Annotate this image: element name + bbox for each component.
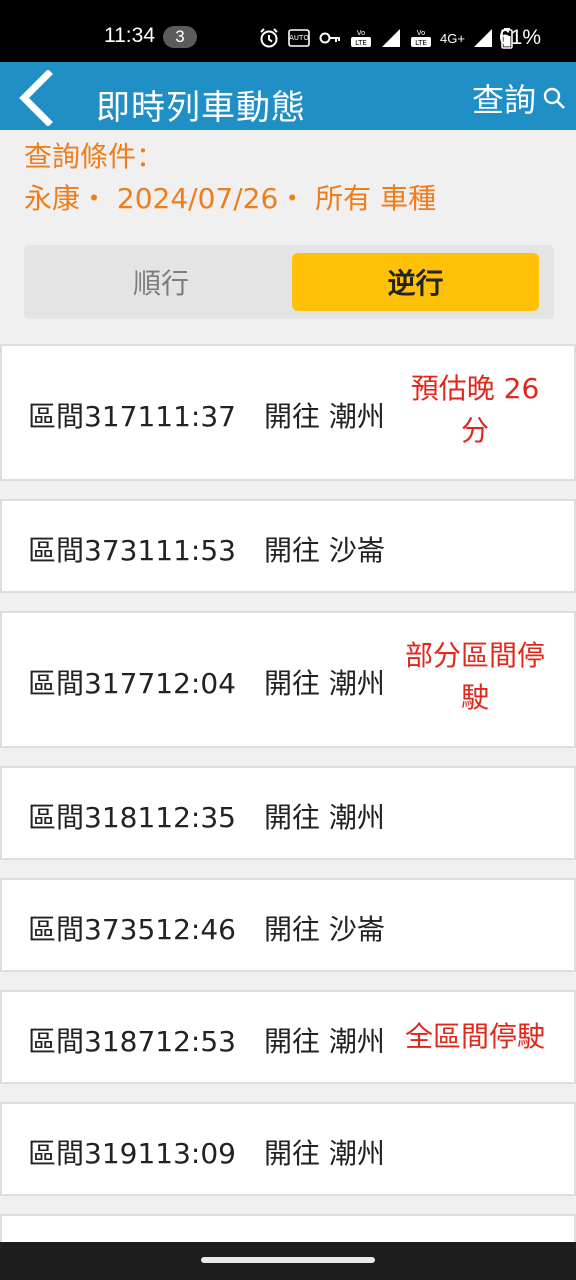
train-row[interactable]: 區間373512:46 開往 沙崙 xyxy=(0,878,576,972)
signal-icon xyxy=(380,27,402,49)
query-button-label: 查詢 xyxy=(471,81,536,119)
train-info: 區間373111:53 開往 沙崙 xyxy=(28,534,385,567)
page-title: 即時列車動態 xyxy=(96,88,306,128)
signal-icon xyxy=(473,27,493,49)
svg-text:AUTO: AUTO xyxy=(289,34,309,42)
search-icon xyxy=(543,87,565,109)
train-status: 部分區間停駛 xyxy=(404,639,545,714)
train-status: 預估晚 26 分 xyxy=(410,372,540,447)
train-info: 區間318112:35 開往 潮州 xyxy=(28,801,385,834)
train-info: 區間318712:53 開往 潮州 xyxy=(28,1025,385,1058)
status-bar: 11:34 3 AUTO Vo LTE Vo LTE 4G+ 61% xyxy=(0,0,576,62)
svg-text:LTE: LTE xyxy=(355,39,367,47)
train-status: 全區間停駛 xyxy=(404,1020,545,1053)
train-row[interactable]: 區間319113:09 開往 潮州 xyxy=(0,1102,576,1196)
train-info: 區間317111:37 開往 潮州 xyxy=(28,400,385,433)
train-row[interactable]: 區間318712:53 開往 潮州 全區間停駛 xyxy=(0,990,576,1084)
status-time: 11:34 xyxy=(104,24,155,47)
app-bar: 即時列車動態 查詢 xyxy=(0,62,576,130)
train-row[interactable]: 區間317712:04 開往 潮州 部分區間停駛 xyxy=(0,611,576,748)
battery-percent: 61% xyxy=(499,26,542,49)
svg-text:Vo: Vo xyxy=(417,29,426,37)
chevron-left-icon xyxy=(19,70,53,126)
alarm-icon xyxy=(258,27,280,49)
query-button[interactable]: 查詢 xyxy=(472,76,566,120)
train-info: 區間373512:46 開往 沙崙 xyxy=(28,913,385,946)
train-info: 區間317712:04 開往 潮州 xyxy=(28,667,385,700)
conditions-label: 查詢條件： xyxy=(24,140,165,173)
status-icons: AUTO Vo LTE Vo LTE 4G+ xyxy=(258,26,513,50)
volte-icon: Vo LTE xyxy=(410,27,432,49)
train-info: 區間319113:09 開往 潮州 xyxy=(28,1137,385,1170)
train-row[interactable]: 區間373111:53 開往 沙崙 xyxy=(0,499,576,593)
tab-reverse[interactable]: 逆行 xyxy=(292,253,539,311)
svg-text:Vo: Vo xyxy=(357,29,366,37)
back-button[interactable] xyxy=(8,70,64,126)
train-row[interactable]: 區間317111:37 開往 潮州 預估晚 26 分 xyxy=(0,344,576,481)
train-row[interactable]: 區間318112:35 開往 潮州 xyxy=(0,766,576,860)
query-conditions: 查詢條件： 永康・ 2024/07/26・ 所有 車種 xyxy=(24,136,436,220)
train-list: 區間317111:37 開往 潮州 預估晚 26 分 區間373111:53 開… xyxy=(0,344,576,1280)
conditions-value: 永康・ 2024/07/26・ 所有 車種 xyxy=(24,182,437,215)
notification-count-badge: 3 xyxy=(163,26,197,48)
vpn-key-icon xyxy=(318,27,342,49)
svg-text:LTE: LTE xyxy=(415,39,427,47)
home-gesture-handle[interactable] xyxy=(201,1257,375,1263)
auto-hz-icon: AUTO xyxy=(288,27,310,49)
direction-toggle: 順行 逆行 xyxy=(24,245,554,319)
network-type-label: 4G+ xyxy=(440,30,465,46)
tab-forward[interactable]: 順行 xyxy=(32,253,290,311)
volte-icon: Vo LTE xyxy=(350,27,372,49)
system-nav-bar xyxy=(0,1242,576,1280)
